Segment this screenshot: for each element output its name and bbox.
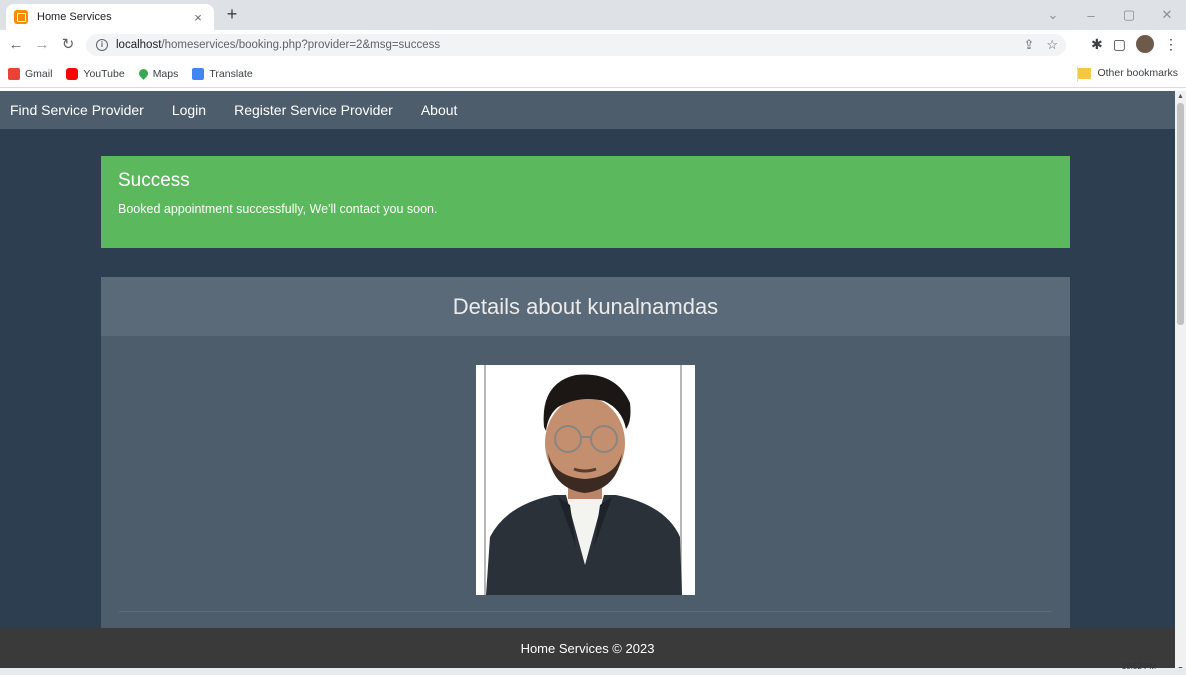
bookmark-translate[interactable]: Translate (192, 67, 253, 80)
nav-register-service-provider[interactable]: Register Service Provider (234, 102, 393, 118)
bookmark-label: Maps (152, 67, 179, 80)
tab-title: Home Services (37, 11, 112, 23)
alert-message: Booked appointment successfully, We'll c… (118, 202, 438, 216)
menu-kebab-icon[interactable]: ⋮ (1164, 36, 1178, 53)
profile-avatar[interactable] (1136, 35, 1154, 53)
close-window-icon[interactable]: ✕ (1148, 7, 1186, 23)
maps-pin-icon (136, 67, 150, 80)
other-bookmarks-label: Other bookmarks (1097, 67, 1178, 79)
back-arrow-icon[interactable]: ← (6, 35, 26, 55)
scroll-up-icon[interactable]: ▲ (1175, 93, 1186, 100)
maximize-icon[interactable]: ▢ (1110, 7, 1148, 23)
info-icon[interactable]: i (96, 39, 108, 51)
success-alert: Success Booked appointment successfully,… (101, 156, 1070, 248)
url-host: localhost (116, 39, 162, 51)
bookmark-maps[interactable]: Maps (136, 67, 179, 80)
bookmark-label: Translate (209, 67, 253, 80)
youtube-icon (66, 67, 79, 80)
side-panel-icon[interactable]: ▢ (1113, 36, 1126, 53)
page-viewport: Find Service Provider Login Register Ser… (0, 91, 1175, 675)
window-controls: ⌄ – ▢ ✕ (1034, 0, 1186, 30)
provider-photo-image (476, 365, 695, 595)
browser-toolbar: ← → ↻ i localhost/homeservices/booking.p… (0, 30, 1186, 60)
bookmark-label: Gmail (25, 67, 53, 80)
site-favicon-icon (14, 10, 28, 24)
tab-search-icon[interactable]: ⌄ (1034, 7, 1072, 23)
forward-arrow-icon[interactable]: → (32, 35, 52, 55)
panel-title: Details about kunalnamdas (452, 293, 719, 319)
browser-tab[interactable]: Home Services × (6, 4, 214, 30)
footer-text: Home Services © 2023 (520, 640, 655, 656)
translate-icon (192, 67, 205, 80)
os-taskbar: 10:52 PM (0, 662, 1186, 675)
bookmark-label: YouTube (83, 67, 125, 80)
provider-details-panel: Details about kunalnamdas (101, 277, 1070, 675)
reload-icon[interactable]: ↻ (58, 35, 78, 55)
browser-tab-bar: Home Services × + ⌄ – ▢ ✕ (0, 0, 1186, 30)
alert-title: Success (118, 170, 190, 191)
other-bookmarks[interactable]: Other bookmarks (1078, 67, 1178, 79)
taskbar-clock: 10:52 PM (1121, 662, 1156, 671)
site-navbar: Find Service Provider Login Register Ser… (0, 91, 1175, 129)
bookmark-youtube[interactable]: YouTube (66, 67, 125, 80)
folder-icon (1078, 67, 1092, 79)
address-bar[interactable]: i localhost/homeservices/booking.php?pro… (86, 34, 1066, 56)
share-icon[interactable]: ⇪ (1023, 37, 1034, 53)
nav-find-service-provider[interactable]: Find Service Provider (10, 102, 144, 118)
site-footer: Home Services © 2023 (0, 628, 1175, 668)
bookmark-gmail[interactable]: Gmail (8, 67, 53, 80)
extensions-icon[interactable]: ✱ (1091, 36, 1103, 53)
panel-divider (119, 611, 1052, 612)
close-tab-icon[interactable]: × (190, 10, 206, 25)
minimize-icon[interactable]: – (1072, 8, 1110, 23)
scrollbar-thumb[interactable] (1177, 103, 1184, 325)
nav-about[interactable]: About (421, 102, 458, 118)
provider-photo (476, 365, 695, 595)
gmail-icon (8, 67, 20, 80)
panel-heading: Details about kunalnamdas (101, 277, 1070, 336)
url-path: /homeservices/booking.php?provider=2&msg… (161, 39, 441, 51)
nav-login[interactable]: Login (172, 102, 206, 118)
new-tab-button[interactable]: + (222, 4, 242, 26)
page-scrollbar[interactable]: ▲ ▼ (1175, 91, 1186, 675)
bookmark-star-icon[interactable]: ☆ (1046, 37, 1058, 53)
bookmarks-bar: Gmail YouTube Maps Translate Other bookm… (0, 60, 1186, 88)
